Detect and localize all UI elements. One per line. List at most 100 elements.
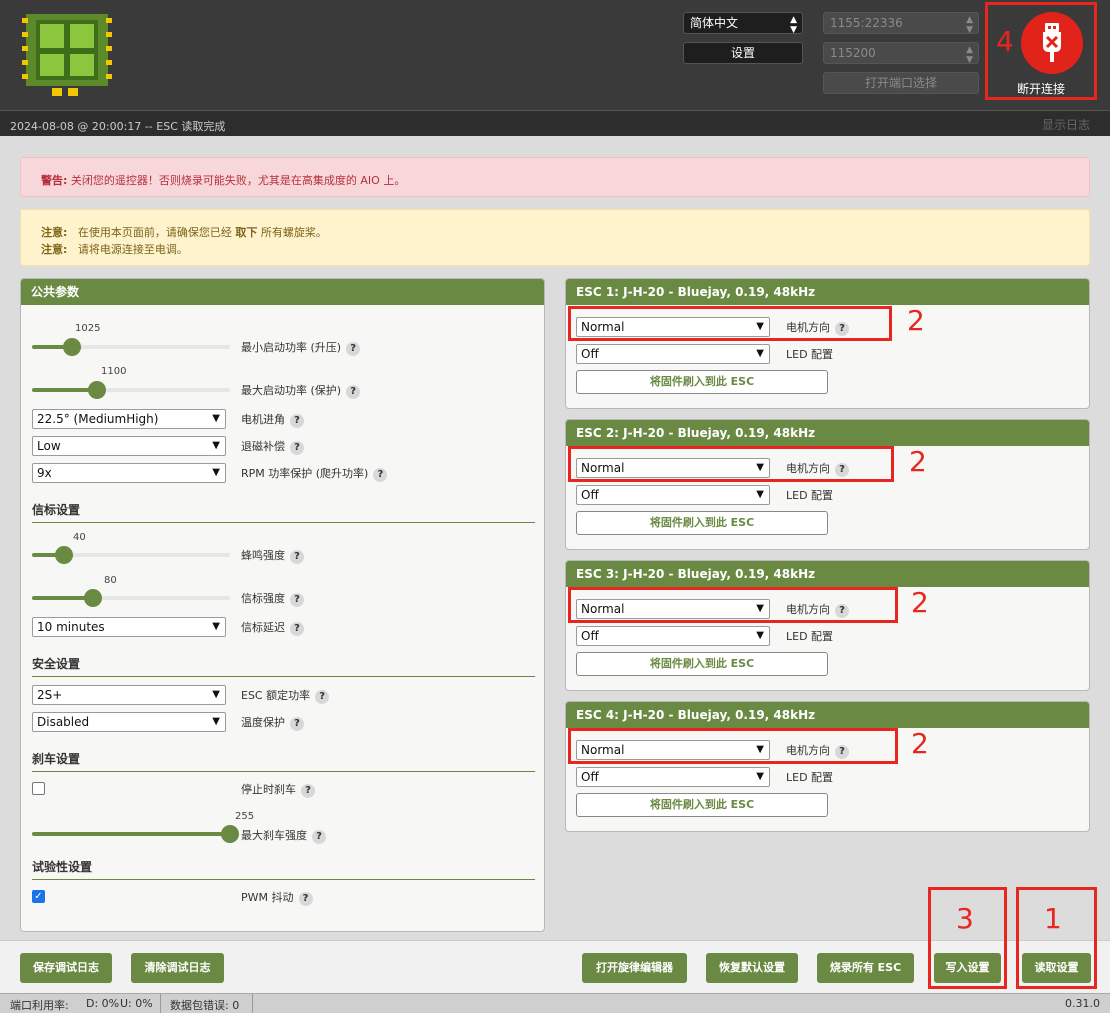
packet-errors: 数据包错误: 0	[170, 999, 240, 1012]
language-select[interactable]: 简体中文 ▲ ▼	[683, 12, 803, 35]
rated-power-label: ESC 额定功率?	[241, 687, 330, 704]
chevron-down-icon: ▼	[756, 630, 764, 641]
max-startup-slider[interactable]	[32, 381, 230, 399]
note1-prefix: 注意:	[41, 226, 68, 239]
slider-knob[interactable]	[88, 381, 106, 399]
annotation-box-2	[568, 587, 898, 623]
chevron-down-icon: ▼	[212, 621, 220, 632]
brake-section-title: 刹车设置	[32, 752, 81, 766]
baud-value: 115200	[830, 46, 876, 60]
top-bar: 简体中文 ▲ ▼ 设置 1155:22336 ▲ ▼ 115200 ▲ ▼ 打开端口选…	[0, 0, 1110, 110]
melody-editor-button[interactable]: 打开旋律编辑器	[582, 953, 687, 983]
port-down-value: D: 0%	[86, 997, 120, 1010]
help-icon[interactable]: ?	[290, 593, 304, 607]
common-params-panel: 公共参数 1025 最小启动功率 (升压)? 1100 最大启动功率 (保护)?…	[20, 278, 545, 932]
help-icon[interactable]: ?	[298, 892, 313, 906]
chevron-down-icon: ▼	[212, 440, 220, 451]
settings-button[interactable]: 设置	[683, 42, 803, 64]
max-startup-label-text: 最大启动功率 (保护)	[241, 384, 342, 397]
min-startup-label: 最小启动功率 (升压)?	[241, 339, 361, 356]
updown-arrows-icon: ▲ ▼	[966, 45, 973, 65]
led-config-value: Off	[581, 629, 599, 643]
pwm-dither-label: PWM 抖动?	[241, 889, 313, 906]
baud-select[interactable]: 115200 ▲ ▼	[823, 42, 979, 65]
annotation-number-2: 2	[911, 727, 929, 760]
slider-knob[interactable]	[221, 825, 239, 843]
help-icon[interactable]: ?	[315, 690, 330, 704]
led-config-select[interactable]: Off ▼	[576, 626, 770, 646]
divider	[160, 994, 161, 1013]
help-icon[interactable]: ?	[346, 385, 361, 399]
motor-timing-select[interactable]: 22.5° (MediumHigh) ▼	[32, 409, 226, 429]
beep-strength-value: 40	[73, 532, 86, 543]
slider-knob[interactable]	[84, 589, 102, 607]
help-icon[interactable]: ?	[290, 622, 304, 636]
show-log-link[interactable]: 显示日志	[1042, 116, 1090, 133]
flash-esc-button[interactable]: 将固件刷入到此 ESC	[576, 652, 828, 676]
slider-fill	[32, 832, 230, 836]
beacon-strength-slider[interactable]	[32, 589, 230, 607]
help-icon[interactable]: ?	[346, 342, 361, 356]
led-config-select[interactable]: Off ▼	[576, 485, 770, 505]
open-port-button[interactable]: 打开端口选择	[823, 72, 979, 94]
chevron-down-icon: ▼	[756, 771, 764, 782]
led-config-value: Off	[581, 488, 599, 502]
temp-protection-select[interactable]: Disabled ▼	[32, 712, 226, 732]
slider-knob[interactable]	[55, 546, 73, 564]
help-icon[interactable]: ?	[290, 441, 304, 455]
max-brake-label: 最大刹车强度?	[241, 827, 326, 844]
flash-all-esc-button[interactable]: 烧录所有 ESC	[817, 953, 914, 983]
beep-strength-slider[interactable]	[32, 546, 230, 564]
led-config-value: Off	[581, 347, 599, 361]
save-debug-log-button[interactable]: 保存调试日志	[20, 953, 112, 983]
status-bar: 2024-08-08 @ 20:00:17 -- ESC 读取完成 显示日志	[0, 110, 1110, 136]
motor-timing-label: 电机进角?	[241, 411, 304, 428]
led-config-select[interactable]: Off ▼	[576, 767, 770, 787]
min-startup-slider[interactable]	[32, 338, 230, 356]
chevron-down-icon: ▼	[756, 489, 764, 500]
note2-prefix: 注意:	[41, 243, 68, 256]
rated-power-select[interactable]: 2S+ ▼	[32, 685, 226, 705]
help-icon[interactable]: ?	[290, 414, 304, 428]
disconnect-button[interactable]	[1021, 12, 1083, 74]
esc-title: ESC 3: J-H-20 - Bluejay, 0.19, 48kHz	[566, 561, 1089, 587]
flash-esc-button[interactable]: 将固件刷入到此 ESC	[576, 511, 828, 535]
help-icon[interactable]: ?	[290, 717, 304, 731]
pwm-dither-label-text: PWM 抖动	[241, 891, 294, 904]
flash-esc-button[interactable]: 将固件刷入到此 ESC	[576, 793, 828, 817]
help-icon[interactable]: ?	[373, 468, 388, 482]
beep-strength-label: 蜂鸣强度?	[241, 547, 304, 564]
restore-defaults-button[interactable]: 恢复默认设置	[706, 953, 798, 983]
note1-text-c: 所有螺旋桨。	[260, 226, 327, 239]
annotation-number-4: 4	[996, 25, 1014, 58]
port-select[interactable]: 1155:22336 ▲ ▼	[823, 12, 979, 35]
brake-on-stop-label: 停止时刹车?	[241, 781, 315, 798]
warning-alert: 警告: 关闭您的遥控器！否则烧录可能失败，尤其是在高集成度的 AIO 上。	[20, 157, 1090, 197]
warning-text: 关闭您的遥控器！否则烧录可能失败，尤其是在高集成度的 AIO 上。	[67, 174, 406, 187]
section-divider	[32, 771, 535, 772]
help-icon[interactable]: ?	[312, 830, 326, 844]
slider-knob[interactable]	[63, 338, 81, 356]
max-startup-value: 1100	[101, 366, 127, 377]
demag-select[interactable]: Low ▼	[32, 436, 226, 456]
led-config-select[interactable]: Off ▼	[576, 344, 770, 364]
demag-value: Low	[37, 439, 61, 453]
max-brake-value: 255	[235, 811, 255, 822]
help-icon[interactable]: ?	[290, 550, 304, 564]
temp-protection-label-text: 温度保护	[241, 716, 285, 729]
max-brake-slider[interactable]	[32, 825, 239, 843]
min-startup-value: 1025	[75, 323, 101, 334]
section-divider	[32, 676, 535, 677]
clear-debug-log-button[interactable]: 清除调试日志	[131, 953, 224, 983]
beacon-delay-label-text: 信标延迟	[241, 621, 285, 634]
rpm-protection-select[interactable]: 9x ▼	[32, 463, 226, 483]
beacon-delay-select[interactable]: 10 minutes ▼	[32, 617, 226, 637]
led-config-label: LED 配置	[786, 771, 834, 784]
pwm-dither-checkbox[interactable]: ✓	[32, 890, 45, 903]
rated-power-label-text: ESC 额定功率	[241, 689, 311, 702]
help-icon[interactable]: ?	[301, 784, 315, 798]
brake-on-stop-checkbox[interactable]	[32, 782, 45, 795]
led-config-value: Off	[581, 770, 599, 784]
flash-esc-button[interactable]: 将固件刷入到此 ESC	[576, 370, 828, 394]
warning-prefix: 警告:	[41, 174, 68, 187]
